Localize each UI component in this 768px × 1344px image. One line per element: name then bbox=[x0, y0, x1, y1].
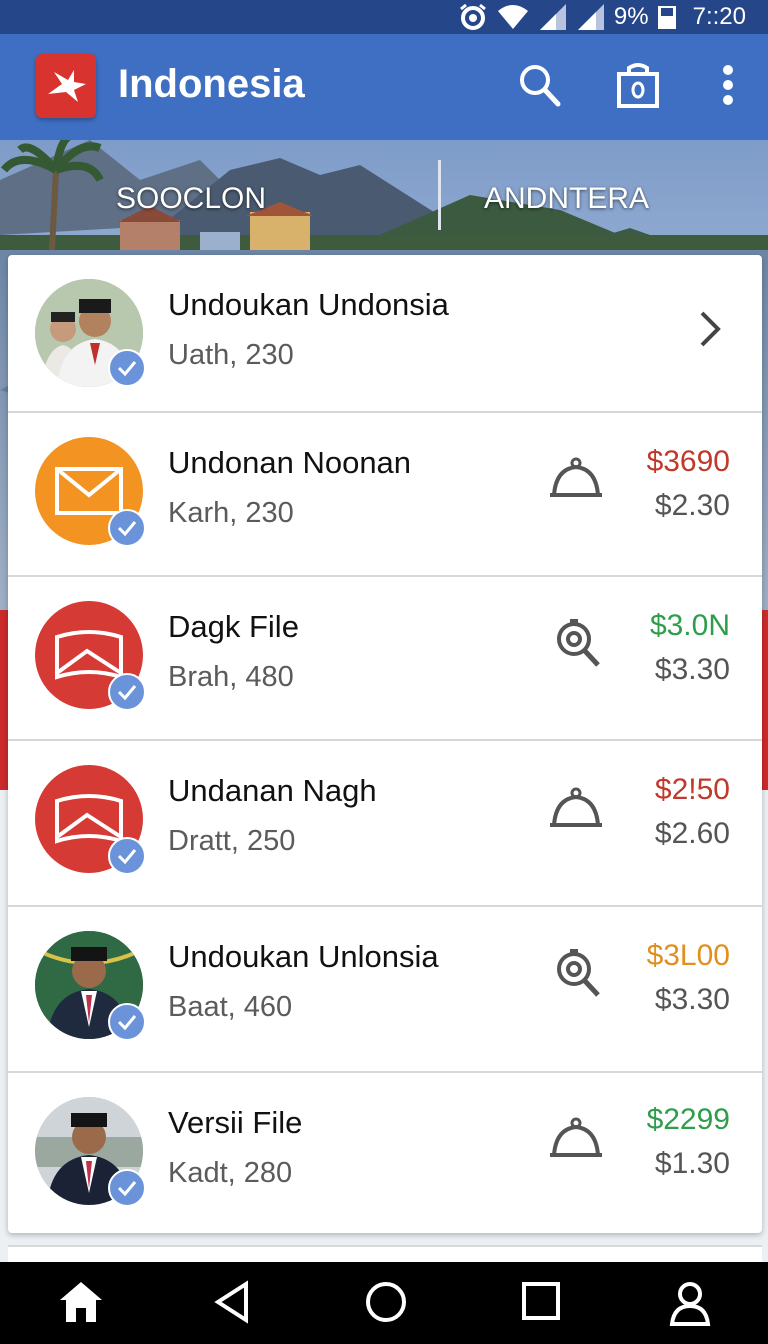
verified-badge bbox=[108, 673, 146, 711]
tab-andntera[interactable]: ANDNTERA bbox=[484, 182, 649, 216]
price-previous: $3.30 bbox=[654, 983, 730, 1016]
recents-icon[interactable] bbox=[520, 1280, 562, 1322]
list-item[interactable]: Undoukan Undonsia Uath, 230 bbox=[8, 255, 762, 413]
list-item[interactable]: Undanan Nagh Dratt, 250 $2!50 $2.60 bbox=[8, 741, 762, 907]
price-current: $2299 bbox=[646, 1103, 730, 1136]
search-icon[interactable] bbox=[518, 62, 562, 110]
wifi-icon bbox=[497, 5, 528, 29]
bag-icon[interactable] bbox=[616, 60, 660, 110]
item-subtitle: Uath, 230 bbox=[168, 339, 294, 371]
list-item[interactable]: Undonan Noonan Karh, 230 $3690 $2.30 bbox=[8, 413, 762, 577]
item-subtitle: Brah, 480 bbox=[168, 661, 294, 693]
check-icon bbox=[117, 1015, 137, 1031]
check-icon bbox=[117, 1181, 137, 1197]
check-icon bbox=[117, 361, 137, 377]
item-subtitle: Kadt, 280 bbox=[168, 1157, 293, 1189]
item-title: Versii File bbox=[168, 1105, 303, 1140]
price-previous: $1.30 bbox=[654, 1147, 730, 1180]
file-list-card: Undoukan Undonsia Uath, 230 Undonan Noon… bbox=[8, 255, 762, 1233]
price-previous: $2.60 bbox=[654, 817, 730, 850]
check-icon bbox=[117, 521, 137, 537]
check-icon bbox=[117, 849, 137, 865]
signal-icon-2 bbox=[577, 4, 604, 30]
price-current: $2!50 bbox=[654, 773, 730, 806]
star-burst-icon bbox=[48, 70, 86, 102]
battery-icon bbox=[657, 6, 676, 29]
verified-badge bbox=[108, 1003, 146, 1041]
item-subtitle: Dratt, 250 bbox=[168, 825, 296, 857]
bell-icon[interactable] bbox=[548, 1113, 604, 1161]
price-current: $3.0N bbox=[649, 609, 730, 642]
app-title: Indonesia bbox=[118, 62, 305, 106]
status-bar: 9% 7::20 bbox=[0, 0, 768, 34]
item-title: Undoukan Undonsia bbox=[168, 287, 449, 322]
app-logo[interactable] bbox=[36, 54, 96, 118]
more-vert-icon[interactable] bbox=[720, 64, 736, 108]
verified-badge bbox=[108, 509, 146, 547]
price-current: $3690 bbox=[646, 445, 730, 478]
check-icon bbox=[117, 685, 137, 701]
list-item[interactable]: Versii File Kadt, 280 $2299 $1.30 bbox=[8, 1073, 762, 1233]
price-current: $3L00 bbox=[646, 939, 730, 972]
verified-badge bbox=[108, 349, 146, 387]
item-title: Undonan Noonan bbox=[168, 445, 412, 480]
bell-icon[interactable] bbox=[548, 783, 604, 831]
verified-badge bbox=[108, 837, 146, 875]
item-title: Undanan Nagh bbox=[168, 773, 377, 808]
magnifier-icon[interactable] bbox=[554, 615, 602, 671]
item-title: Undoukan Unlonsia bbox=[168, 939, 439, 974]
battery-percent: 9% bbox=[613, 3, 649, 30]
back-icon[interactable] bbox=[212, 1280, 252, 1324]
tab-sooclon[interactable]: SOOCLON bbox=[116, 182, 266, 216]
price-previous: $2.30 bbox=[654, 489, 730, 522]
profile-icon[interactable] bbox=[668, 1280, 712, 1326]
chevron-right-icon[interactable] bbox=[698, 309, 722, 349]
item-subtitle: Baat, 460 bbox=[168, 991, 293, 1023]
magnifier-icon[interactable] bbox=[554, 945, 602, 1001]
alarm-icon bbox=[459, 3, 486, 30]
price-previous: $3.30 bbox=[654, 653, 730, 686]
home-circle-icon[interactable] bbox=[364, 1280, 408, 1324]
item-title: Dagk File bbox=[168, 609, 299, 644]
clock: 7::20 bbox=[692, 3, 746, 30]
list-item[interactable]: Dagk File Brah, 480 $3.0N $3.30 bbox=[8, 577, 762, 741]
item-subtitle: Karh, 230 bbox=[168, 497, 294, 529]
app-bar: Indonesia bbox=[0, 34, 768, 140]
list-item[interactable]: Undoukan Unlonsia Baat, 460 $3L00 $3.30 bbox=[8, 907, 762, 1073]
bell-icon[interactable] bbox=[548, 453, 604, 501]
home-icon[interactable] bbox=[58, 1280, 104, 1324]
system-nav-bar bbox=[0, 1262, 768, 1344]
verified-badge bbox=[108, 1169, 146, 1207]
signal-icon bbox=[539, 4, 566, 30]
